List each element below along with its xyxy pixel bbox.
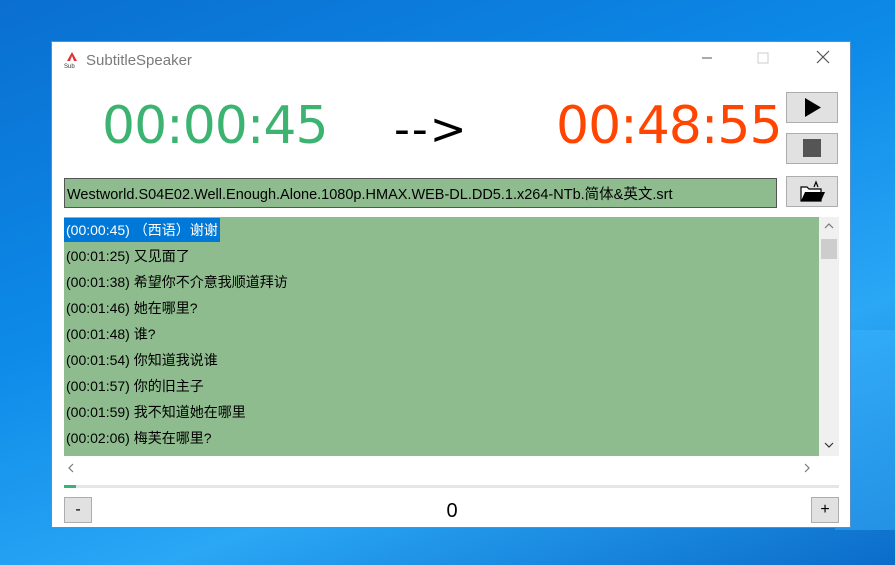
- app-window: Sub SubtitleSpeaker 00:00:45 --> 00:48:5…: [51, 41, 851, 528]
- vertical-scroll-thumb[interactable]: [821, 239, 837, 259]
- window-title: SubtitleSpeaker: [86, 52, 192, 69]
- time-arrow: -->: [394, 104, 469, 155]
- subtitle-row[interactable]: (00:01:54) 你知道我说谁: [64, 348, 220, 372]
- subtitle-row[interactable]: (00:01:48) 谁?: [64, 322, 158, 346]
- minimize-button[interactable]: [684, 42, 730, 78]
- maximize-icon: [757, 52, 769, 64]
- play-icon: [805, 98, 821, 117]
- subtitle-row[interactable]: (00:00:45) （西语）谢谢: [64, 218, 220, 242]
- progress-fill: [64, 485, 76, 488]
- close-button[interactable]: [800, 42, 846, 78]
- scroll-right-icon[interactable]: [802, 462, 812, 474]
- maximize-button[interactable]: [740, 42, 786, 78]
- offset-increase-button[interactable]: +: [811, 497, 839, 523]
- playback-progress-bar[interactable]: [64, 485, 839, 488]
- open-folder-icon: [800, 180, 825, 202]
- stop-icon: [803, 139, 821, 157]
- open-file-button[interactable]: [786, 176, 838, 207]
- subtitle-row[interactable]: (00:01:57) 你的旧主子: [64, 374, 206, 398]
- horizontal-scrollbar[interactable]: [64, 456, 819, 478]
- offset-value: 0: [446, 500, 458, 522]
- total-time: 00:48:55: [556, 96, 783, 156]
- subtitle-row[interactable]: (00:01:59) 我不知道她在哪里: [64, 400, 248, 424]
- current-time: 00:00:45: [102, 96, 329, 156]
- subtitle-list[interactable]: (00:00:45) （西语）谢谢 (00:01:25) 又见面了 (00:01:3…: [64, 217, 819, 456]
- app-logo-icon: Sub: [64, 52, 77, 69]
- vertical-scrollbar[interactable]: [819, 217, 839, 456]
- title-bar[interactable]: Sub SubtitleSpeaker: [52, 42, 850, 78]
- subtitle-row[interactable]: (00:01:46) 她在哪里?: [64, 296, 200, 320]
- file-path-field[interactable]: Westworld.S04E02.Well.Enough.Alone.1080p…: [64, 178, 777, 208]
- subtitle-row[interactable]: (00:01:38) 希望你不介意我顺道拜访: [64, 270, 290, 294]
- close-icon: [816, 50, 830, 64]
- play-button[interactable]: [786, 92, 838, 123]
- svg-text:Sub: Sub: [64, 64, 75, 69]
- minimize-icon: [702, 57, 712, 59]
- offset-decrease-button[interactable]: -: [64, 497, 92, 523]
- scroll-down-icon[interactable]: [823, 440, 835, 450]
- subtitle-row[interactable]: (00:02:06) 梅芙在哪里?: [64, 426, 214, 450]
- scroll-up-icon[interactable]: [823, 221, 835, 231]
- scroll-left-icon[interactable]: [66, 462, 76, 474]
- stop-button[interactable]: [786, 133, 838, 164]
- subtitle-row[interactable]: (00:01:25) 又见面了: [64, 244, 192, 268]
